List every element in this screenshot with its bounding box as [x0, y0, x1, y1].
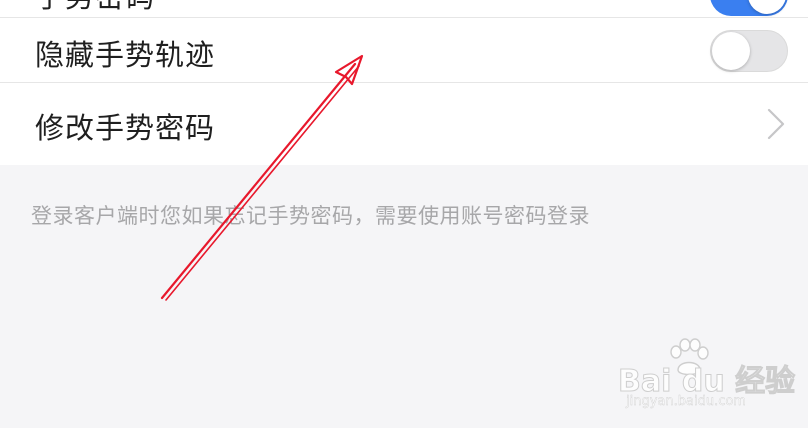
toggle-knob: [712, 32, 750, 70]
hide-gesture-trail-row[interactable]: 隐藏手势轨迹: [0, 18, 808, 83]
baidu-jingyan-watermark: Bai du 经验 jingyan.baidu.com: [617, 338, 798, 418]
hide-gesture-trail-label: 隐藏手势轨迹: [35, 38, 216, 72]
hide-gesture-trail-toggle[interactable]: [710, 30, 788, 72]
modify-gesture-password-label: 修改手势密码: [35, 111, 216, 145]
gesture-password-toggle[interactable]: [710, 0, 788, 16]
chevron-right-icon: [767, 108, 785, 140]
toggle-knob: [748, 0, 786, 14]
modify-gesture-password-row[interactable]: 修改手势密码: [0, 83, 808, 165]
watermark-url-text: jingyan.baidu.com: [626, 394, 746, 409]
gesture-hint-text: 登录客户端时您如果忘记手势密码，需要使用账号密码登录: [31, 204, 590, 228]
gesture-password-row[interactable]: 手势密码: [0, 0, 808, 18]
gesture-password-label: 手势密码: [35, 0, 155, 16]
settings-card: 手势密码 隐藏手势轨迹 修改手势密码: [0, 0, 808, 165]
